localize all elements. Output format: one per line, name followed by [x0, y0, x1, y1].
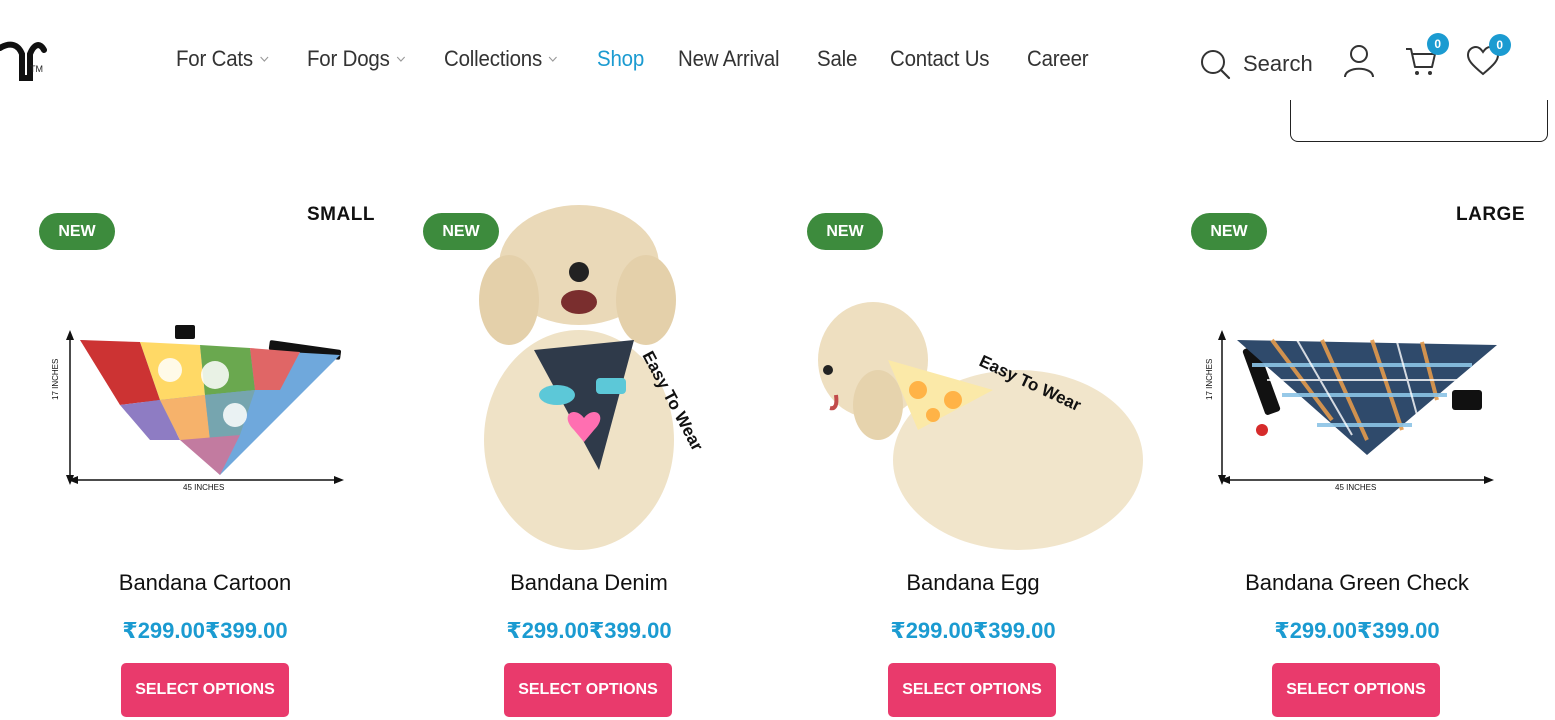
- nav-label: Sale: [816, 46, 857, 71]
- product-card[interactable]: Easy To Wear NEW Bandana Egg ₹299.00₹399…: [768, 190, 1152, 720]
- select-options-button[interactable]: SELECT OPTIONS: [121, 663, 289, 717]
- product-price: ₹299.00₹399.00: [122, 618, 288, 643]
- chevron-down-icon: [396, 56, 405, 62]
- product-name[interactable]: Bandana Denim: [384, 570, 794, 596]
- search-button[interactable]: Search: [1199, 48, 1313, 80]
- product-price: ₹299.00₹399.00: [506, 618, 672, 643]
- site-header: TM For Cats For Dogs Collections Shop Ne…: [0, 0, 1555, 142]
- width-dimension-label: 45 INCHES: [1335, 483, 1376, 492]
- sort-dropdown[interactable]: [1290, 100, 1548, 142]
- size-label: LARGE: [1456, 204, 1525, 225]
- nav-label: For Cats: [176, 46, 253, 71]
- width-dimension-label: 45 INCHES: [183, 483, 224, 492]
- cart-button[interactable]: 0: [1405, 33, 1449, 82]
- nav-label: Collections: [443, 46, 542, 71]
- product-card[interactable]: 17 INCHES 45 INCHES NEW SMALL Bandana Ca…: [0, 190, 384, 720]
- height-dimension-label: 17 INCHES: [1205, 359, 1214, 400]
- wishlist-count-badge: 0: [1488, 34, 1511, 56]
- height-dimension-label: 17 INCHES: [51, 359, 60, 400]
- nav-item-career[interactable]: Career: [1026, 46, 1089, 72]
- nav-label: New Arrival: [677, 46, 780, 71]
- new-badge: NEW: [807, 213, 883, 250]
- select-options-button[interactable]: SELECT OPTIONS: [888, 663, 1056, 717]
- nav-item-contact-us[interactable]: Contact Us: [889, 46, 990, 72]
- nav-label: For Dogs: [306, 46, 390, 71]
- nav-item-for-cats[interactable]: For Cats: [176, 46, 270, 72]
- nav-label: Contact Us: [889, 46, 990, 71]
- product-price: ₹299.00₹399.00: [890, 618, 1056, 643]
- nav-item-shop[interactable]: Shop: [597, 46, 644, 72]
- wishlist-button[interactable]: 0: [1466, 34, 1511, 81]
- nav-item-new-arrival[interactable]: New Arrival: [677, 46, 780, 72]
- new-badge: NEW: [39, 213, 115, 250]
- select-options-button[interactable]: SELECT OPTIONS: [504, 663, 672, 717]
- product-name[interactable]: Bandana Egg: [768, 570, 1178, 596]
- header-tools: Search 0 0: [1199, 33, 1511, 83]
- main-nav: For Cats For Dogs Collections Shop New A…: [176, 46, 1123, 72]
- account-button[interactable]: [1343, 44, 1375, 83]
- cart-count-badge: 0: [1426, 33, 1449, 55]
- nav-item-sale[interactable]: Sale: [817, 46, 857, 72]
- size-label: SMALL: [307, 204, 375, 225]
- nav-item-for-dogs[interactable]: For Dogs: [307, 46, 406, 72]
- product-card[interactable]: 17 INCHES 45 INCHES NEW LARGE Bandana Gr…: [1152, 190, 1536, 720]
- nav-label: Shop: [597, 46, 645, 71]
- new-badge: NEW: [423, 213, 499, 250]
- product-name[interactable]: Bandana Green Check: [1152, 570, 1555, 596]
- chevron-down-icon: [260, 56, 269, 62]
- product-price: ₹299.00₹399.00: [1274, 618, 1440, 643]
- select-options-button[interactable]: SELECT OPTIONS: [1272, 663, 1440, 717]
- product-card[interactable]: Easy To Wear NEW Bandana Denim ₹299.00₹3…: [384, 190, 768, 720]
- chevron-down-icon: [548, 56, 557, 62]
- user-icon: [1343, 45, 1374, 78]
- new-badge: NEW: [1191, 213, 1267, 250]
- nav-item-collections[interactable]: Collections: [444, 46, 559, 72]
- search-icon: [1201, 49, 1231, 79]
- product-name[interactable]: Bandana Cartoon: [0, 570, 410, 596]
- brand-logo[interactable]: TM: [0, 34, 48, 86]
- product-grid: 17 INCHES 45 INCHES NEW SMALL Bandana Ca…: [0, 190, 1555, 720]
- nav-label: Career: [1026, 46, 1089, 71]
- trademark-mark: TM: [30, 64, 43, 74]
- search-label: Search: [1243, 50, 1313, 76]
